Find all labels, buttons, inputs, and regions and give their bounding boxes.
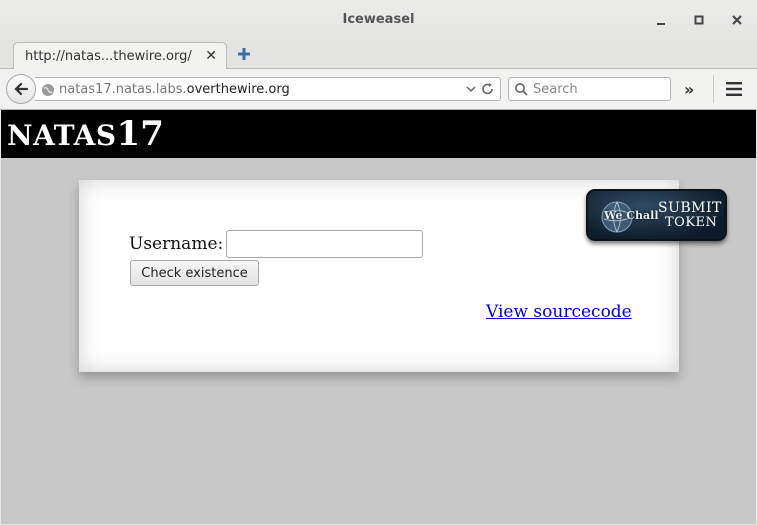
back-button[interactable] (6, 74, 36, 104)
search-input[interactable]: Search (508, 77, 671, 101)
tab-strip: http://natas...thewire.org/ ✕ (0, 40, 757, 70)
overflow-chevron-icon[interactable]: » (684, 80, 694, 99)
wechall-submit-token-button[interactable]: We Chall SUBMIT TOKEN (586, 189, 727, 241)
web-page: NATAS17 Username: Check existence View s… (1, 110, 756, 524)
search-placeholder: Search (533, 82, 578, 97)
navigation-toolbar: natas17.natas.labs.overthewire.org Searc… (0, 69, 757, 110)
site-header: NATAS17 (1, 110, 756, 158)
url-bar[interactable]: natas17.natas.labs.overthewire.org (35, 77, 501, 101)
check-existence-button[interactable]: Check existence (130, 260, 259, 286)
browser-tab[interactable]: http://natas...thewire.org/ ✕ (13, 42, 227, 70)
close-window-icon[interactable] (728, 11, 746, 29)
url-prefix: natas17.natas.labs. (59, 82, 187, 97)
username-input[interactable] (226, 230, 423, 258)
tab-title: http://natas...thewire.org/ (25, 49, 192, 64)
minimize-icon[interactable] (652, 11, 670, 29)
toolbar-divider (713, 75, 714, 103)
chevron-down-icon[interactable] (466, 83, 476, 99)
submit-label: SUBMIT (658, 200, 722, 216)
close-tab-icon[interactable]: ✕ (205, 48, 217, 64)
site-logo: NATAS17 (7, 114, 164, 154)
maximize-icon[interactable] (690, 11, 708, 29)
window-titlebar: Iceweasel (0, 0, 757, 40)
back-arrow-icon (14, 82, 29, 96)
new-tab-icon[interactable] (235, 45, 253, 63)
url-text: natas17.natas.labs.overthewire.org (59, 82, 290, 97)
logo-prefix: NATAS (7, 119, 117, 152)
hamburger-menu-icon[interactable] (725, 81, 743, 97)
token-label: TOKEN (665, 215, 718, 230)
globe-icon (41, 83, 55, 101)
search-icon (514, 82, 528, 100)
window-title: Iceweasel (342, 12, 415, 27)
url-host: overthewire.org (186, 82, 290, 97)
username-label: Username: (129, 234, 224, 254)
view-sourcecode-link[interactable]: View sourcecode (486, 302, 632, 322)
logo-number: 17 (116, 114, 164, 154)
reload-icon[interactable] (481, 82, 495, 100)
wechall-brand: We Chall (604, 209, 659, 222)
